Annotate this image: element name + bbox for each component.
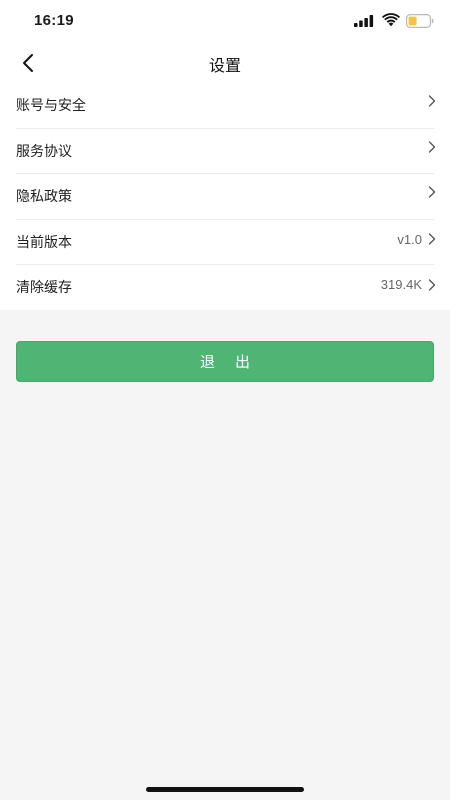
- status-time: 16:19: [34, 12, 74, 29]
- chevron-right-icon: [428, 95, 436, 107]
- settings-item-right: [428, 95, 436, 107]
- signal-icon: [354, 15, 374, 27]
- settings-item-service-agreement[interactable]: 服务协议: [0, 127, 450, 174]
- nav-bar: 设置: [0, 44, 450, 82]
- version-value: v1.0: [397, 231, 422, 247]
- settings-item-right: v1.0: [397, 232, 436, 247]
- settings-item-right: 319.4K: [381, 277, 436, 292]
- home-indicator[interactable]: [146, 787, 304, 792]
- settings-item-right: [428, 140, 436, 153]
- wifi-icon: [382, 13, 400, 27]
- settings-item-label: 隐私政策: [16, 189, 72, 205]
- chevron-right-icon: [428, 186, 436, 198]
- battery-icon: [406, 14, 434, 28]
- settings-list: 账号与安全 服务协议 隐私政策 当前版本 v1.0 清除缓存 319.4K: [0, 82, 450, 310]
- logout-button[interactable]: 退出: [16, 341, 434, 382]
- status-bar: 16:19: [0, 0, 450, 44]
- settings-item-label: 清除缓存: [16, 280, 72, 296]
- cache-size-value: 319.4K: [380, 277, 422, 292]
- page-title: 设置: [208, 56, 241, 75]
- chevron-right-icon: [428, 278, 436, 291]
- settings-item-right: [428, 186, 436, 198]
- settings-item-current-version[interactable]: 当前版本 v1.0: [0, 218, 450, 265]
- settings-item-label: 服务协议: [16, 143, 72, 160]
- settings-item-clear-cache[interactable]: 清除缓存 319.4K: [0, 264, 450, 310]
- chevron-right-icon: [428, 140, 436, 153]
- settings-item-label: 当前版本: [16, 234, 72, 251]
- chevron-right-icon: [428, 233, 436, 245]
- settings-item-label: 账号与安全: [16, 98, 86, 114]
- settings-screen: 16:19 设置 账号与安全 服务协议 隐私政策 当前版本 v1.0 清除缓存 …: [0, 0, 450, 800]
- settings-item-privacy-policy[interactable]: 隐私政策: [0, 173, 450, 219]
- settings-item-account-security[interactable]: 账号与安全: [0, 82, 450, 128]
